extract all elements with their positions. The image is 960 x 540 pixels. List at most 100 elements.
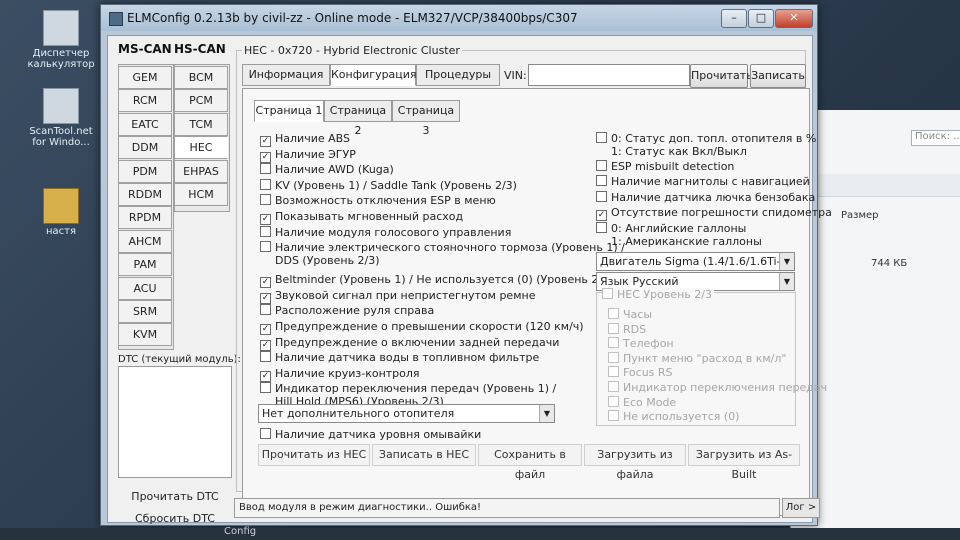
config-option[interactable]: ✓ Отсутствие погрешности спидометра bbox=[596, 206, 832, 222]
module-button-kvm[interactable]: KVM bbox=[118, 323, 172, 347]
scantool-icon bbox=[43, 88, 79, 124]
desktop-icon-scantool[interactable]: ScanTool.net for Windo... bbox=[26, 88, 96, 148]
module-button-rddm[interactable]: RDDM bbox=[118, 183, 172, 206]
load-from-asbuilt-button[interactable]: Загрузить из As-Built bbox=[688, 444, 800, 481]
module-button-eatc[interactable]: EATC bbox=[118, 112, 172, 136]
module-button-ddm[interactable]: DDM bbox=[118, 136, 172, 160]
module-button-rpdm[interactable]: RPDM bbox=[118, 206, 172, 230]
load-from-file-button[interactable]: Загрузить из файла bbox=[584, 444, 686, 481]
config-option[interactable]: Возможность отключения ESP в меню bbox=[260, 194, 496, 207]
config-option[interactable]: Наличие магнитолы с навигацией bbox=[596, 175, 810, 188]
option-label: Наличие ЭГУР bbox=[275, 147, 356, 161]
desktop-icon-folder[interactable]: настя bbox=[26, 188, 96, 237]
checkbox-box[interactable] bbox=[260, 178, 271, 190]
checkbox-box[interactable] bbox=[596, 132, 607, 143]
checkbox-box[interactable] bbox=[260, 304, 271, 316]
tab-configuration[interactable]: Конфигурация bbox=[330, 64, 417, 86]
config-option[interactable]: Наличие AWD (Kuga) bbox=[260, 163, 394, 176]
module-button-bcm[interactable]: BCM bbox=[174, 66, 228, 89]
hec-level-item: Focus RS bbox=[608, 366, 673, 379]
module-button-hcm[interactable]: HCM bbox=[174, 183, 228, 206]
checkbox-box[interactable] bbox=[596, 160, 607, 171]
tab-page-3[interactable]: Страница 3 bbox=[392, 100, 460, 137]
config-option[interactable]: ✓ Показывать мгновенный расход bbox=[260, 210, 463, 225]
washer-level-checkbox[interactable]: Наличие датчика уровня омывайки bbox=[260, 428, 481, 441]
vin-read-button[interactable]: Прочитать bbox=[690, 64, 753, 88]
checkbox-box[interactable] bbox=[596, 175, 607, 187]
config-option[interactable]: 0: Английские галлоны 1: Американские гал… bbox=[596, 221, 762, 248]
minimize-button[interactable]: – bbox=[721, 9, 747, 28]
read-dtc-button[interactable]: Прочитать DTC bbox=[118, 486, 232, 508]
title-bar[interactable]: ELMConfig 0.2.13b by civil-zz - Online m… bbox=[101, 5, 817, 31]
config-option[interactable]: ESP misbuilt detection bbox=[596, 160, 734, 173]
engine-combo[interactable]: Двигатель Sigma (1.4/1.6/1.6Ti-VCT) ▼ bbox=[596, 252, 795, 285]
config-option[interactable]: Наличие электрического стояночного тормо… bbox=[260, 241, 625, 267]
maximize-button[interactable]: □ bbox=[748, 9, 774, 28]
checkbox-box[interactable] bbox=[260, 351, 271, 363]
checkbox-box[interactable] bbox=[596, 221, 607, 233]
option-label: Телефон bbox=[623, 337, 674, 351]
vin-write-button[interactable]: Записать bbox=[750, 64, 806, 88]
config-option[interactable]: ✓ Наличие круиз-контроля bbox=[260, 367, 420, 382]
config-option[interactable]: KV (Уровень 1) / Saddle Tank (Уровень 2/… bbox=[260, 178, 517, 192]
tab-page-1[interactable]: Страница 1 bbox=[254, 100, 324, 122]
module-button-srm[interactable]: SRM bbox=[118, 300, 172, 323]
config-option[interactable]: Расположение руля справа bbox=[260, 304, 434, 317]
module-button-pam[interactable]: PAM bbox=[118, 253, 172, 277]
module-button-tcm[interactable]: TCM bbox=[174, 112, 228, 136]
config-option[interactable]: ✓ Наличие ABS bbox=[260, 132, 350, 147]
chevron-down-icon[interactable]: ▼ bbox=[539, 405, 554, 422]
config-option[interactable]: ✓ Beltminder (Уровень 1) / Не используетс… bbox=[260, 273, 613, 289]
read-from-hec-button[interactable]: Прочитать из HEC bbox=[258, 444, 370, 466]
checkbox-box[interactable]: ✓ bbox=[260, 277, 271, 289]
checkbox-box[interactable] bbox=[260, 241, 271, 253]
checkbox-box[interactable]: ✓ bbox=[260, 339, 271, 351]
checkbox-box[interactable]: ✓ bbox=[260, 292, 271, 304]
checkbox-box[interactable]: ✓ bbox=[260, 370, 271, 382]
module-button-acu[interactable]: ACU bbox=[118, 276, 172, 300]
checkbox-box[interactable] bbox=[260, 163, 271, 175]
desktop-icon-calculator[interactable]: Диспетчер калькулятор bbox=[26, 10, 96, 70]
config-option[interactable]: Наличие датчика лючка бензобака bbox=[596, 190, 815, 204]
heater-combo[interactable]: Нет дополнительного отопителя ▼ bbox=[258, 404, 555, 423]
module-button-pcm[interactable]: PCM bbox=[174, 89, 228, 113]
checkbox-box[interactable]: ✓ bbox=[260, 151, 271, 163]
tab-page-2[interactable]: Страница 2 bbox=[324, 100, 392, 137]
module-button-pdm[interactable]: PDM bbox=[118, 159, 172, 183]
module-button-hec[interactable]: HEC bbox=[174, 136, 228, 160]
explorer-search[interactable]: Поиск: ... bbox=[911, 130, 960, 146]
checkbox-box[interactable] bbox=[260, 428, 271, 439]
config-option[interactable]: ✓ Предупреждение о включении задней перед… bbox=[260, 336, 559, 351]
module-button-rcm[interactable]: RCM bbox=[118, 89, 172, 113]
checkbox-box[interactable] bbox=[596, 190, 607, 202]
checkbox-box[interactable]: ✓ bbox=[260, 136, 271, 147]
config-option[interactable]: 0: Статус доп. топл. отопителя в % 1: Ста… bbox=[596, 132, 816, 158]
checkbox-box[interactable]: ✓ bbox=[596, 210, 607, 222]
column-size-header[interactable]: Размер bbox=[841, 210, 879, 221]
chevron-down-icon[interactable]: ▼ bbox=[779, 273, 794, 290]
module-button-gem[interactable]: GEM bbox=[118, 66, 172, 89]
taskbar: Config bbox=[0, 526, 960, 540]
module-button-ehpas[interactable]: EHPAS bbox=[174, 159, 228, 183]
write-to-hec-button[interactable]: Записать в HEC bbox=[372, 444, 476, 466]
dtc-list[interactable] bbox=[118, 366, 232, 478]
config-option[interactable]: ✓ Предупреждение о превышении скорости (1… bbox=[260, 320, 584, 335]
config-option[interactable]: ✓ Звуковой сигнал при непристегнутом ремн… bbox=[260, 289, 535, 304]
chevron-down-icon[interactable]: ▼ bbox=[779, 253, 794, 270]
reset-dtc-button[interactable]: Сбросить DTC bbox=[118, 508, 232, 530]
checkbox-box[interactable] bbox=[260, 225, 271, 237]
tab-info[interactable]: Информация bbox=[242, 64, 330, 86]
checkbox-box[interactable]: ✓ bbox=[260, 214, 271, 225]
checkbox-box[interactable]: ✓ bbox=[260, 324, 271, 335]
close-button[interactable]: ✕ bbox=[775, 9, 813, 28]
tab-procedures[interactable]: Процедуры bbox=[416, 64, 500, 86]
module-button-ahcm[interactable]: AHCM bbox=[118, 229, 172, 253]
config-option[interactable]: ✓ Наличие ЭГУР bbox=[260, 148, 356, 163]
checkbox-box[interactable] bbox=[260, 194, 271, 206]
save-to-file-button[interactable]: Сохранить в файл bbox=[478, 444, 582, 481]
log-button[interactable]: Лог > bbox=[782, 498, 820, 518]
checkbox-box[interactable] bbox=[260, 382, 271, 394]
config-option[interactable]: Наличие датчика воды в топливном фильтре bbox=[260, 351, 539, 364]
config-option[interactable]: Наличие модуля голосового управления bbox=[260, 225, 511, 239]
vin-input[interactable] bbox=[528, 64, 690, 86]
